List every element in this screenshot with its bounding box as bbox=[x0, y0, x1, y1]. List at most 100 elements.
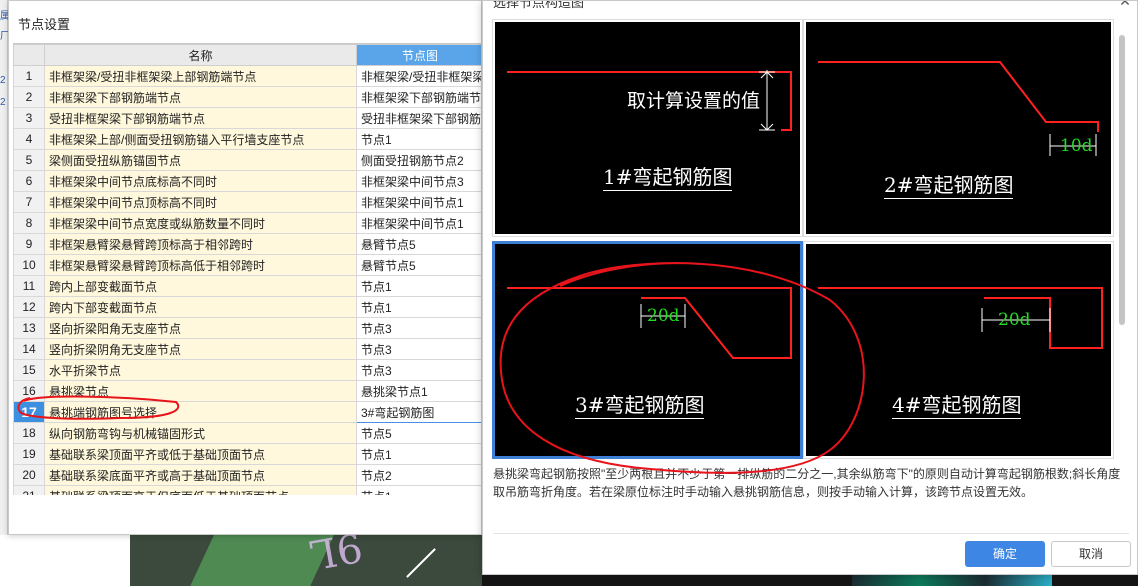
row-number: 21 bbox=[13, 485, 45, 495]
row-name: 非框架梁上部/侧面受扭钢筋锚入平行墙支座节点 bbox=[44, 128, 357, 150]
table-row[interactable]: 4 非框架梁上部/侧面受扭钢筋锚入平行墙支座节点 节点1 bbox=[13, 128, 481, 150]
row-number: 7 bbox=[13, 191, 45, 213]
row-node-value[interactable]: 受扭非框架梁下部钢筋端节点 bbox=[356, 107, 481, 129]
table-row[interactable]: 9 非框架悬臂梁悬臂跨顶标高于相邻跨时 悬臂节点5 bbox=[13, 233, 481, 255]
table-row[interactable]: 8 非框架梁中间节点宽度或纵筋数量不同时 非框架梁中间节点1 bbox=[13, 212, 481, 234]
tile-label: 1#弯起钢筋图 bbox=[603, 165, 733, 191]
row-name: 基础联系梁顶面平齐或低于基础顶面节点 bbox=[44, 443, 357, 465]
close-icon[interactable]: ✕ bbox=[1117, 1, 1133, 9]
row-node-value[interactable]: 侧面受扭钢筋节点2 bbox=[356, 149, 481, 171]
row-node-value[interactable]: 节点3 bbox=[356, 317, 481, 339]
row-node-value[interactable]: 非框架梁中间节点1 bbox=[356, 212, 481, 234]
select-node-drawing-dialog: 选择节点构造图 ✕ 取计算设置的值 1#弯起钢筋图 10d 2#弯起钢筋图 20… bbox=[482, 0, 1138, 575]
row-node-value[interactable]: 非框架梁中间节点1 bbox=[356, 191, 481, 213]
row-node-value[interactable]: 节点1 bbox=[356, 275, 481, 297]
row-name: 非框架梁/受扭非框架梁上部钢筋端节点 bbox=[44, 65, 357, 87]
tile-dimension: 10d bbox=[1060, 136, 1093, 156]
row-name: 纵向钢筋弯钩与机械锚固形式 bbox=[44, 422, 357, 444]
background-cad-view bbox=[482, 575, 1138, 586]
divider bbox=[493, 533, 1129, 534]
row-name: 非框架悬臂梁悬臂跨顶标高于相邻跨时 bbox=[44, 233, 357, 255]
node-description: 悬挑梁弯起钢筋按照"至少两根且并不少于第一排纵筋的二分之一,其余纵筋弯下"的原则… bbox=[493, 467, 1121, 499]
row-name: 跨内下部变截面节点 bbox=[44, 296, 357, 318]
row-number: 4 bbox=[13, 128, 45, 150]
row-name: 非框架梁中间节点底标高不同时 bbox=[44, 170, 357, 192]
background-3d-view: 9L bbox=[130, 535, 482, 586]
row-name: 基础联系梁底面平齐或高于基础顶面节点 bbox=[44, 464, 357, 486]
table-row[interactable]: 17 悬挑端钢筋图号选择 3#弯起钢筋图 bbox=[13, 401, 481, 423]
table-row[interactable]: 12 跨内下部变截面节点 节点1 bbox=[13, 296, 481, 318]
drawing-tile-1[interactable]: 取计算设置的值 1#弯起钢筋图 bbox=[492, 19, 803, 237]
row-name: 梁侧面受扭纵筋锚固节点 bbox=[44, 149, 357, 171]
row-number: 2 bbox=[13, 86, 45, 108]
table-row[interactable]: 2 非框架梁下部钢筋端节点 非框架梁下部钢筋端节点 bbox=[13, 86, 481, 108]
row-node-value[interactable]: 节点3 bbox=[356, 359, 481, 381]
row-node-value[interactable]: 节点3 bbox=[356, 338, 481, 360]
header-node-map[interactable]: 节点图 bbox=[356, 44, 481, 66]
row-number: 16 bbox=[13, 380, 45, 402]
row-node-value[interactable]: 非框架梁/受扭非框架梁上部钢筋端节点 bbox=[356, 65, 481, 87]
node-settings-table: 名称 节点图 1非框架梁/受扭非框架梁上部钢筋端节点非框架梁/受扭非框架梁上部钢… bbox=[13, 43, 481, 495]
row-name: 水平折梁节点 bbox=[44, 359, 357, 381]
row-number: 6 bbox=[13, 170, 45, 192]
row-node-value[interactable]: 节点1 bbox=[356, 128, 481, 150]
header-name[interactable]: 名称 bbox=[44, 44, 357, 66]
table-row[interactable]: 10 非框架悬臂梁悬臂跨顶标高低于相邻跨时 悬臂节点5 bbox=[13, 254, 481, 276]
drawing-tile-3[interactable]: 20d 3#弯起钢筋图 bbox=[492, 241, 803, 459]
table-row[interactable]: 7 非框架梁中间节点顶标高不同时 非框架梁中间节点1 bbox=[13, 191, 481, 213]
row-node-value[interactable]: 非框架梁下部钢筋端节点 bbox=[356, 86, 481, 108]
row-name: 竖向折梁阴角无支座节点 bbox=[44, 338, 357, 360]
bg-tick: 2 bbox=[0, 75, 6, 86]
row-node-value[interactable]: 节点1 bbox=[356, 296, 481, 318]
node-settings-dialog: 节点设置 名称 节点图 1 非框架梁/受扭非框架梁上部钢筋端节点 非框架梁/受扭非框… bbox=[8, 0, 482, 535]
tile-label: 3#弯起钢筋图 bbox=[575, 393, 705, 419]
row-node-value[interactable]: 节点1 bbox=[356, 485, 481, 495]
drawing-tile-2[interactable]: 10d 2#弯起钢筋图 bbox=[803, 19, 1114, 237]
row-node-value[interactable]: 悬挑梁节点1 bbox=[356, 380, 481, 402]
bg-line bbox=[406, 548, 436, 578]
table-row[interactable]: 13 竖向折梁阳角无支座节点 节点3 bbox=[13, 317, 481, 339]
row-number: 19 bbox=[13, 443, 45, 465]
bg-tick: 2 bbox=[0, 97, 6, 108]
dialog-title: 节点设置 bbox=[18, 17, 71, 32]
table-row[interactable]: 19 基础联系梁顶面平齐或低于基础顶面节点 节点1 bbox=[13, 443, 481, 465]
cancel-button[interactable]: 取消 bbox=[1051, 541, 1131, 567]
tile-dimension: 20d bbox=[647, 306, 680, 326]
table-row[interactable]: 1非框架梁/受扭非框架梁上部钢筋端节点非框架梁/受扭非框架梁上部钢筋端节点 bbox=[13, 65, 481, 87]
table-row[interactable]: 11 跨内上部变截面节点 节点1 bbox=[13, 275, 481, 297]
row-node-value[interactable]: 悬臂节点5 bbox=[356, 233, 481, 255]
bg-tick: 厂 bbox=[0, 31, 8, 42]
row-number: 14 bbox=[13, 338, 45, 360]
table-row[interactable]: 16 悬挑梁节点 悬挑梁节点1 bbox=[13, 380, 481, 402]
row-number: 1 bbox=[13, 65, 45, 87]
table-row[interactable]: 3受扭非框架梁下部钢筋端节点受扭非框架梁下部钢筋端节点 bbox=[13, 107, 481, 129]
tile-dimension: 20d bbox=[998, 310, 1031, 330]
rebar-drawing-4 bbox=[818, 287, 1103, 349]
row-name: 跨内上部变截面节点 bbox=[44, 275, 357, 297]
row-name: 非框架梁下部钢筋端节点 bbox=[44, 86, 357, 108]
table-row[interactable]: 15 水平折梁节点 节点3 bbox=[13, 359, 481, 381]
table-row[interactable]: 14 竖向折梁阴角无支座节点 节点3 bbox=[13, 338, 481, 360]
table-row[interactable]: 18 纵向钢筋弯钩与机械锚固形式 节点5 bbox=[13, 422, 481, 444]
row-number: 13 bbox=[13, 317, 45, 339]
table-row[interactable]: 20 基础联系梁底面平齐或高于基础顶面节点 节点2 bbox=[13, 464, 481, 486]
row-node-value[interactable]: 3#弯起钢筋图 bbox=[356, 401, 481, 423]
table-row[interactable]: 6 非框架梁中间节点底标高不同时 非框架梁中间节点3 bbox=[13, 170, 481, 192]
row-node-value[interactable]: 悬臂节点5 bbox=[356, 254, 481, 276]
table-row[interactable]: 5 梁侧面受扭纵筋锚固节点 侧面受扭钢筋节点2 bbox=[13, 149, 481, 171]
tiles-scrollbar[interactable] bbox=[1117, 21, 1127, 461]
table-row[interactable]: 21基础联系梁顶面高于但底面低于基础顶面节点节点1 bbox=[13, 485, 481, 495]
row-node-value[interactable]: 节点1 bbox=[356, 443, 481, 465]
scrollbar-thumb[interactable] bbox=[1119, 35, 1125, 325]
drawing-tile-4[interactable]: 20d 4#弯起钢筋图 bbox=[803, 241, 1114, 459]
tile-label: 4#弯起钢筋图 bbox=[892, 393, 1022, 419]
background-app-strip: 属 厂 2 2 bbox=[0, 0, 8, 586]
table-header: 名称 节点图 bbox=[13, 44, 481, 66]
row-name: 悬挑梁节点 bbox=[44, 380, 357, 402]
row-number: 12 bbox=[13, 296, 45, 318]
row-number: 5 bbox=[13, 149, 45, 171]
row-node-value[interactable]: 节点2 bbox=[356, 464, 481, 486]
ok-button[interactable]: 确定 bbox=[965, 541, 1045, 567]
row-node-value[interactable]: 节点5 bbox=[356, 422, 481, 444]
row-node-value[interactable]: 非框架梁中间节点3 bbox=[356, 170, 481, 192]
